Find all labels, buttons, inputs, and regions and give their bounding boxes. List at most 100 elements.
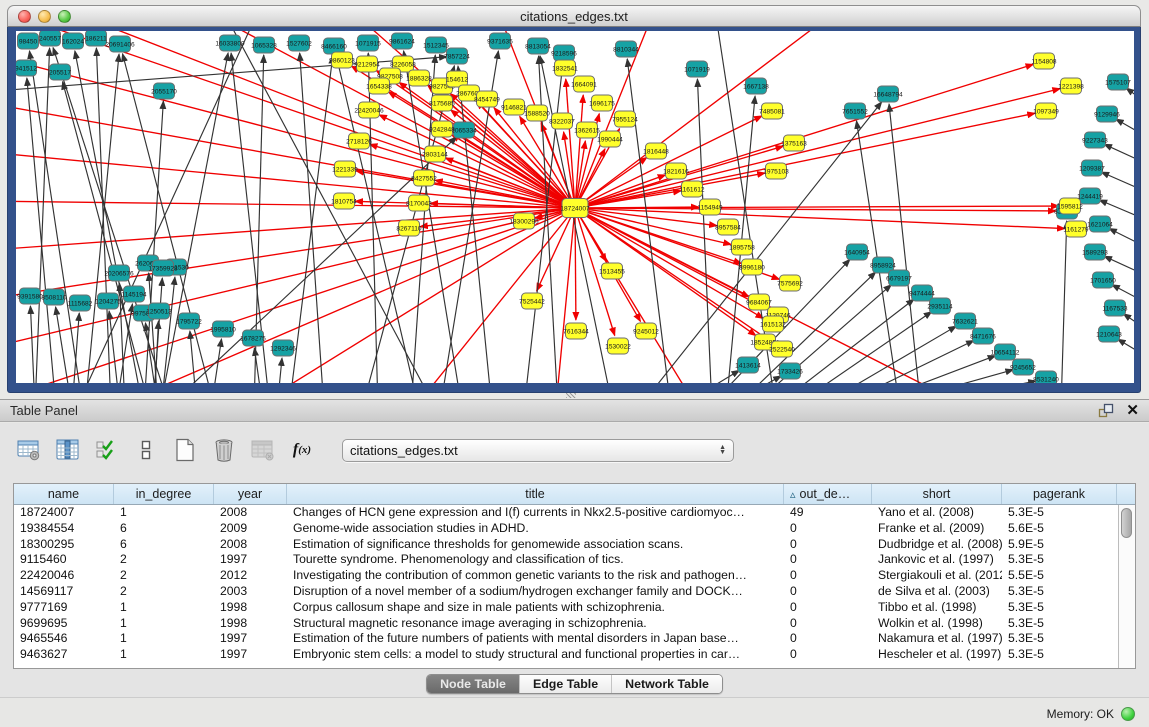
table-row[interactable]: 969969511998Structural magnetic resonanc… [14, 616, 1135, 632]
graph-edge-black [1061, 221, 1067, 383]
table-cell: Nakamura et al. (1997) [872, 631, 1002, 647]
table-cell: Changes of HCN gene expression and I(f) … [287, 505, 784, 521]
table-cell: 9699695 [14, 616, 114, 632]
graph-node-label: 1161279 [1063, 226, 1089, 233]
show-column-button[interactable] [55, 437, 81, 463]
table-settings-button[interactable] [16, 437, 42, 463]
tab-node-table[interactable]: Node Table [427, 675, 519, 693]
table-selector-value: citations_edges.txt [350, 443, 458, 458]
window-titlebar[interactable]: citations_edges.txt [7, 5, 1141, 27]
table-cell: Franke et al. (2009) [872, 521, 1002, 537]
graph-node-label: 1733426 [777, 368, 803, 375]
table-row[interactable]: 977716911998Corpus callosum shape and si… [14, 600, 1135, 616]
graph-node-label: 1654338 [366, 83, 392, 90]
row-height-button[interactable] [133, 437, 159, 463]
table-cell: Embryonic stem cells: a model to study s… [287, 647, 784, 663]
table-row[interactable]: 946362711997Embryonic stem cells: a mode… [14, 647, 1135, 663]
column-header-year[interactable]: year [214, 484, 287, 504]
graph-node-label: 1512345 [423, 42, 449, 49]
close-panel-icon[interactable]: ✕ [1126, 403, 1139, 419]
table-cell: 6 [114, 537, 214, 553]
table-row[interactable]: 1456911722003Disruption of a novel membe… [14, 584, 1135, 600]
table-cell: 6 [114, 521, 214, 537]
table-row[interactable]: 1938455462009Genome-wide association stu… [14, 521, 1135, 537]
graph-node-label: 1810754 [331, 198, 357, 205]
table-cell: 0 [784, 521, 872, 537]
graph-node-label: 1154949 [697, 204, 723, 211]
graph-node-label: 1589293 [1082, 249, 1108, 256]
graph-node-label: 7632621 [952, 318, 978, 325]
column-header-short[interactable]: short [872, 484, 1002, 504]
vertical-scrollbar[interactable] [1118, 505, 1135, 668]
graph-node-label: 8170043 [406, 200, 432, 207]
scrollbar-thumb[interactable] [1121, 508, 1132, 538]
node-table: namein_degreeyeartitle▵out_de…shortpager… [13, 483, 1136, 669]
memory-ok-icon [1121, 707, 1135, 721]
table-cell: 0 [784, 584, 872, 600]
panel-resize-grip[interactable] [566, 393, 576, 398]
table-row[interactable]: 946554611997Estimation of the future num… [14, 631, 1135, 647]
table-row[interactable]: 911546021997Tourette syndrome. Phenomeno… [14, 552, 1135, 568]
table-selector-dropdown[interactable]: citations_edges.txt ▲▼ [342, 439, 734, 462]
graph-node-label: 2803144 [422, 151, 448, 158]
column-header-title[interactable]: title [287, 484, 784, 504]
table-cell: Estimation of the future numbers of pati… [287, 631, 784, 647]
table-cell: 14569117 [14, 584, 114, 600]
table-cell: Disruption of a novel member of a sodium… [287, 584, 784, 600]
table-row[interactable]: 1830029562008Estimation of significance … [14, 537, 1135, 553]
graph-node-label: 8813054 [525, 43, 551, 50]
graph-node-label: 7616344 [563, 328, 589, 335]
graph-edge-red [575, 208, 696, 383]
network-canvas[interactable]: 1872400798450240557162024186211206914069… [16, 31, 1134, 383]
graph-node-label: 1065328 [251, 42, 277, 49]
delete-table-button[interactable] [211, 437, 237, 463]
column-header-in_degree[interactable]: in_degree [114, 484, 214, 504]
table-cell: 1997 [214, 552, 287, 568]
zoom-window-icon[interactable] [58, 10, 71, 23]
memory-status-label: Memory: OK [1047, 707, 1114, 721]
graph-edge-black [30, 306, 35, 383]
graph-node-label: 8471676 [970, 333, 996, 340]
graph-edge-red [575, 116, 762, 208]
graph-edge-black [790, 312, 932, 383]
function-builder-button[interactable]: f(x) [289, 437, 315, 463]
table-row[interactable]: 2242004622012Investigating the contribut… [14, 568, 1135, 584]
column-header-out_de[interactable]: ▵out_de… [784, 484, 872, 504]
graph-node-label: 9474444 [909, 290, 935, 297]
table-cell: 19384554 [14, 521, 114, 537]
graph-node-label: 1071915 [355, 40, 381, 47]
graph-node-label: 1154808 [1031, 58, 1057, 65]
graph-edge-red [575, 207, 699, 208]
table-cell: Stergiakouli et al. (2012) [872, 568, 1002, 584]
graph-edge-red [575, 191, 681, 208]
table-cell: 2009 [214, 521, 287, 537]
tab-edge-table[interactable]: Edge Table [519, 675, 611, 693]
graph-edge-red [575, 64, 1034, 208]
minimize-window-icon[interactable] [38, 10, 51, 23]
close-window-icon[interactable] [18, 10, 31, 23]
table-cell: 9777169 [14, 600, 114, 616]
graph-node-label: 186211 [85, 35, 107, 42]
table-cell: 0 [784, 568, 872, 584]
graph-node-label: 1588520 [524, 110, 550, 117]
table-cell: 2008 [214, 537, 287, 553]
table-cell: 2012 [214, 568, 287, 584]
graph-node-label: 2522540 [769, 346, 795, 353]
graph-node-label: 1640954 [844, 249, 870, 256]
graph-edge-black [833, 340, 974, 383]
tab-network-table[interactable]: Network Table [611, 675, 722, 693]
column-header-name[interactable]: name [14, 484, 114, 504]
table-cell: 1997 [214, 647, 287, 663]
graph-node-label: 1115682 [68, 300, 93, 307]
table-cell: 5.3E-5 [1002, 631, 1117, 647]
graph-node-label: 22420046 [354, 107, 384, 114]
graph-node-label: 8531240 [1033, 376, 1059, 383]
column-header-pagerank[interactable]: pagerank [1002, 484, 1117, 504]
table-cell: 5.3E-5 [1002, 584, 1117, 600]
table-row[interactable]: 1872400712008Changes of HCN gene express… [14, 505, 1135, 521]
graph-edge-black [109, 311, 120, 383]
graph-node-label: 1210643 [1096, 331, 1122, 338]
float-panel-icon[interactable] [1098, 403, 1114, 419]
select-rows-button[interactable] [94, 437, 120, 463]
new-table-button[interactable] [172, 437, 198, 463]
